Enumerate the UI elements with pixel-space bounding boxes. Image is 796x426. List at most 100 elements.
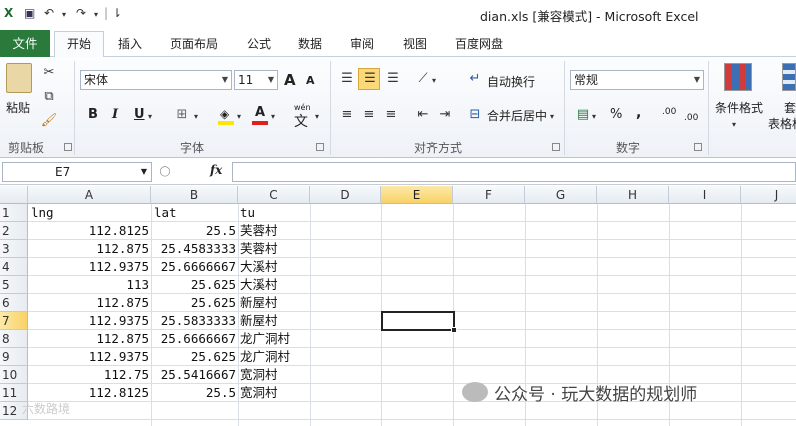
row-header-9[interactable]: 9: [0, 348, 28, 366]
row-header-4[interactable]: 4: [0, 258, 28, 276]
chevron-down-icon[interactable]: ▾: [271, 109, 275, 125]
row-header-1[interactable]: 1: [0, 204, 28, 222]
border-icon[interactable]: ⊞: [174, 107, 190, 123]
copy-icon[interactable]: ⧉: [40, 89, 58, 105]
row-header-8[interactable]: 8: [0, 330, 28, 348]
underline-button[interactable]: U: [134, 107, 145, 122]
alignment-launcher-icon[interactable]: [552, 143, 560, 151]
fill-color-icon[interactable]: ◈: [218, 107, 234, 125]
row-header-2[interactable]: 2: [0, 222, 28, 240]
formula-input[interactable]: [232, 162, 796, 182]
cell-b9[interactable]: 25.625: [151, 348, 236, 366]
font-color-icon[interactable]: A: [252, 105, 268, 125]
font-size-combo[interactable]: 11 ▼: [234, 70, 278, 90]
cell-b5[interactable]: 25.625: [151, 276, 236, 294]
row-header-6[interactable]: 6: [0, 294, 28, 312]
column-header-a[interactable]: A: [28, 186, 151, 204]
row-header-10[interactable]: 10: [0, 366, 28, 384]
wrap-text-icon[interactable]: ↵: [466, 71, 484, 87]
row-header-7[interactable]: 7: [0, 312, 28, 330]
fill-handle[interactable]: [451, 327, 457, 333]
row-header-3[interactable]: 3: [0, 240, 28, 258]
chevron-down-icon[interactable]: ▾: [592, 109, 596, 125]
clipboard-launcher-icon[interactable]: [64, 143, 72, 151]
splitter-handle-icon[interactable]: ◯: [158, 164, 172, 180]
cell-b4[interactable]: 25.6666667: [151, 258, 236, 276]
cell-b6[interactable]: 25.625: [151, 294, 236, 312]
italic-button[interactable]: I: [112, 107, 118, 122]
grow-font-button[interactable]: A: [284, 71, 296, 89]
chevron-down-icon[interactable]: ▾: [732, 117, 736, 133]
column-header-j[interactable]: J: [741, 186, 796, 204]
conditional-format-icon[interactable]: [724, 63, 752, 91]
cell-a9[interactable]: 112.9375: [28, 348, 149, 366]
column-header-g[interactable]: G: [525, 186, 597, 204]
cell-a7[interactable]: 112.9375: [28, 312, 149, 330]
align-bottom-icon[interactable]: ☰: [384, 71, 402, 87]
increase-indent-icon[interactable]: ⇥: [436, 107, 454, 123]
comma-button[interactable]: ,: [636, 105, 641, 121]
redo-icon[interactable]: ↷: [76, 6, 86, 20]
column-header-d[interactable]: D: [310, 186, 381, 204]
font-launcher-icon[interactable]: [316, 143, 324, 151]
font-name-combo[interactable]: 宋体 ▼: [80, 70, 232, 90]
cell-c3[interactable]: 芙蓉村: [240, 240, 278, 258]
select-all-corner[interactable]: [0, 186, 28, 204]
bold-button[interactable]: B: [88, 107, 98, 122]
chevron-down-icon[interactable]: ▾: [315, 109, 319, 125]
chevron-down-icon[interactable]: ▾: [237, 109, 241, 125]
orientation-icon[interactable]: ⟋: [414, 71, 432, 87]
insert-function-icon[interactable]: fx: [210, 163, 222, 177]
tab-insert[interactable]: 插入: [118, 35, 142, 52]
customize-quick-access-icon[interactable]: ⇂: [112, 6, 122, 20]
cell-b1[interactable]: lat: [154, 204, 177, 222]
name-box[interactable]: E7 ▼: [2, 162, 152, 182]
redo-dropdown-icon[interactable]: ▾: [94, 10, 98, 19]
cut-icon[interactable]: ✂: [40, 65, 58, 81]
tab-formulas[interactable]: 公式: [247, 35, 271, 52]
cell-b8[interactable]: 25.6666667: [151, 330, 236, 348]
phonetic-guide-icon[interactable]: wén 文: [292, 103, 314, 130]
column-header-e[interactable]: E: [381, 186, 453, 204]
undo-dropdown-icon[interactable]: ▾: [62, 10, 66, 19]
table-format-icon[interactable]: [782, 63, 796, 91]
cell-c11[interactable]: 宽洞村: [240, 384, 278, 402]
cell-b10[interactable]: 25.5416667: [151, 366, 236, 384]
merge-center-button[interactable]: 合并后居中: [487, 107, 547, 124]
cell-c5[interactable]: 大溪村: [240, 276, 278, 294]
format-painter-icon[interactable]: 🖌: [40, 113, 58, 129]
chevron-down-icon[interactable]: ▾: [550, 109, 554, 125]
cell-a8[interactable]: 112.875: [28, 330, 149, 348]
tab-view[interactable]: 视图: [403, 35, 427, 52]
cell-b7[interactable]: 25.5833333: [151, 312, 236, 330]
tab-data[interactable]: 数据: [298, 35, 322, 52]
align-center-icon[interactable]: ≡: [360, 107, 378, 123]
table-format-button-line1[interactable]: 套: [784, 99, 796, 116]
cell-b3[interactable]: 25.4583333: [151, 240, 236, 258]
cell-c1[interactable]: tu: [240, 204, 255, 222]
column-header-i[interactable]: I: [669, 186, 741, 204]
chevron-down-icon[interactable]: ▾: [148, 109, 152, 125]
tab-file[interactable]: 文件: [0, 30, 50, 57]
cell-b11[interactable]: 25.5: [151, 384, 236, 402]
cell-a6[interactable]: 112.875: [28, 294, 149, 312]
align-left-icon[interactable]: ≡: [338, 107, 356, 123]
cell-b2[interactable]: 25.5: [151, 222, 236, 240]
cell-c4[interactable]: 大溪村: [240, 258, 278, 276]
chevron-down-icon[interactable]: ▾: [432, 73, 436, 89]
row-header-5[interactable]: 5: [0, 276, 28, 294]
cell-a3[interactable]: 112.875: [28, 240, 149, 258]
column-header-h[interactable]: H: [597, 186, 669, 204]
currency-icon[interactable]: ▤: [574, 107, 592, 123]
conditional-format-button[interactable]: 条件格式: [715, 99, 763, 116]
cell-c8[interactable]: 龙广洞村: [240, 330, 290, 348]
tab-page-layout[interactable]: 页面布局: [170, 35, 218, 52]
cell-c9[interactable]: 龙广洞村: [240, 348, 290, 366]
decrease-decimal-button[interactable]: .00: [684, 113, 698, 123]
merge-center-icon[interactable]: ⊟: [466, 107, 484, 123]
column-header-c[interactable]: C: [238, 186, 310, 204]
percent-button[interactable]: %: [610, 107, 622, 122]
cell-a2[interactable]: 112.8125: [28, 222, 149, 240]
tab-review[interactable]: 审阅: [350, 35, 374, 52]
cell-a10[interactable]: 112.75: [28, 366, 149, 384]
